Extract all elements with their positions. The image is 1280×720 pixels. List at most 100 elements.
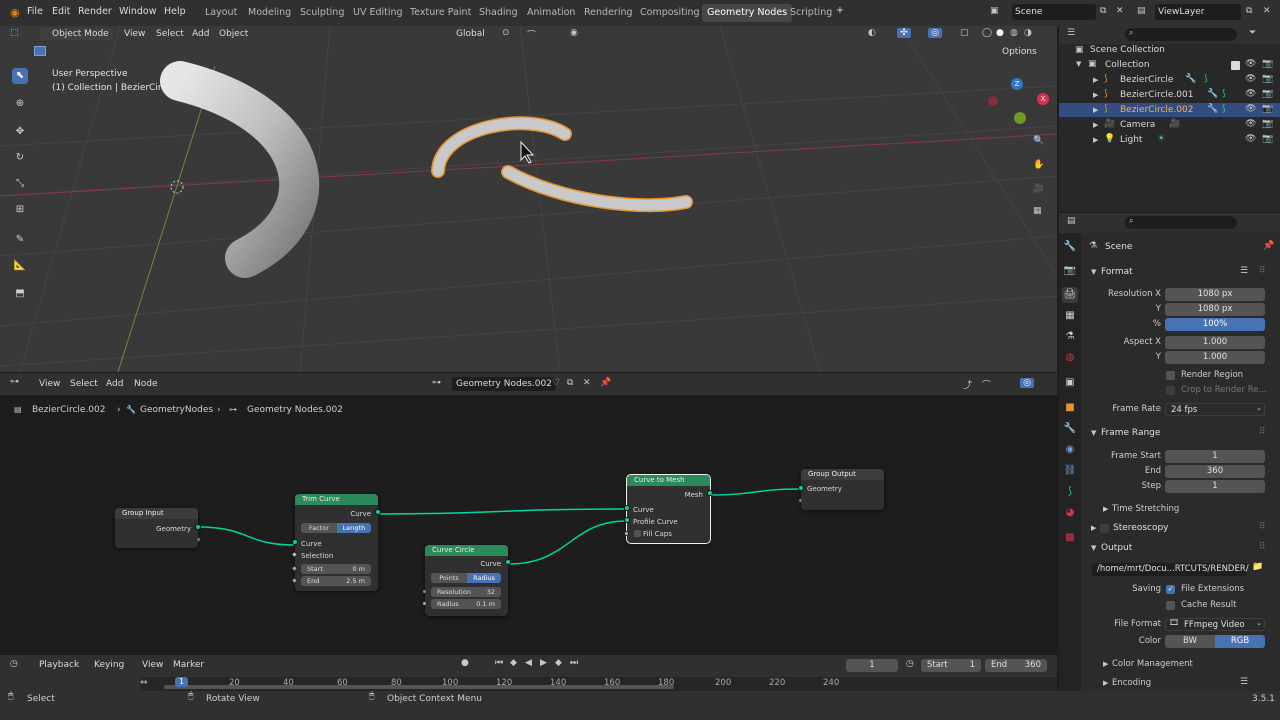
outliner-item-beziercircle[interactable]: BezierCircle <box>1120 75 1173 85</box>
curve-data-icon[interactable]: ⟆ <box>1222 89 1226 99</box>
encoding-subpanel[interactable]: Encoding <box>1112 678 1151 688</box>
node-overlay-icon[interactable]: ◎ <box>1020 378 1034 388</box>
properties-search-input[interactable]: ⌕ <box>1125 216 1237 229</box>
tab-shading[interactable]: Shading <box>474 4 523 22</box>
constraints-tab-icon[interactable]: ⛓ <box>1062 463 1078 479</box>
xray-icon[interactable]: ▢ <box>960 28 969 38</box>
visibility-eye-icon[interactable]: 👁 <box>1245 74 1256 84</box>
visibility-eye-icon[interactable]: 👁 <box>1245 104 1256 114</box>
tab-sculpting[interactable]: Sculpting <box>295 4 349 22</box>
editor-type-icon[interactable]: ⬚ <box>10 28 19 38</box>
curve-input-socket[interactable] <box>292 539 298 545</box>
fill-caps-checkbox[interactable] <box>634 530 641 537</box>
resolution-x-field[interactable]: 1080 px <box>1165 288 1265 301</box>
expand-arrow-icon[interactable]: ▶ <box>1093 91 1098 99</box>
folder-icon[interactable]: 📁 <box>1252 562 1263 572</box>
resolution-input-socket[interactable] <box>422 589 427 594</box>
object-tab-icon[interactable]: ■ <box>1062 400 1078 416</box>
properties-editor-icon[interactable]: ▤ <box>1067 216 1076 226</box>
start-frame-field[interactable]: Start 1 <box>921 659 981 672</box>
node-menu-select[interactable]: Select <box>70 379 98 389</box>
fake-user-icon[interactable]: ♡ <box>552 378 560 388</box>
node-tree-icon[interactable]: ⊶ <box>432 378 441 388</box>
jump-start-icon[interactable]: ⏮ <box>495 658 503 668</box>
tab-modeling[interactable]: Modeling <box>243 4 296 22</box>
new-view-layer-icon[interactable]: ⧉ <box>1246 6 1252 16</box>
filter-icon[interactable]: ⏷ <box>1249 28 1256 38</box>
scene-icon[interactable]: ▣ <box>990 6 999 16</box>
timeline-menu-view[interactable]: View <box>142 660 163 670</box>
scale-tool-icon[interactable]: ⤡ <box>12 176 28 192</box>
add-cube-tool-icon[interactable]: ⬒ <box>12 286 28 302</box>
solid-shading-icon[interactable]: ● <box>996 28 1004 38</box>
stereoscopy-panel-title[interactable]: Stereoscopy <box>1113 523 1169 533</box>
curve-output-socket[interactable] <box>375 509 381 515</box>
resolution-percent-field[interactable]: 100% <box>1165 318 1265 331</box>
tab-compositing[interactable]: Compositing <box>635 4 705 22</box>
delete-view-layer-icon[interactable]: ✕ <box>1263 6 1271 16</box>
geometry-input-socket[interactable] <box>798 485 804 491</box>
tab-texture-paint[interactable]: Texture Paint <box>405 4 476 22</box>
outliner-search-input[interactable]: ⌕ <box>1125 28 1237 41</box>
stereoscopy-checkbox[interactable] <box>1100 524 1109 533</box>
panel-expand-icon[interactable]: ▶ <box>1091 524 1096 532</box>
viewport-menu-view[interactable]: View <box>124 29 145 39</box>
expand-arrow-icon[interactable]: ▶ <box>1093 106 1098 114</box>
file-format-dropdown[interactable]: FFmpeg Video <box>1165 618 1265 631</box>
measure-tool-icon[interactable]: 📐 <box>12 258 28 274</box>
modifier-wrench-icon[interactable]: 🔧 <box>1207 104 1218 114</box>
play-reverse-icon[interactable]: ◀ <box>525 658 532 668</box>
tab-layout[interactable]: Layout <box>200 4 242 22</box>
outliner-item-camera[interactable]: Camera <box>1120 120 1155 130</box>
drag-handle-icon[interactable]: ⠿ <box>1259 266 1266 276</box>
material-shading-icon[interactable]: ◍ <box>1010 28 1018 38</box>
expand-arrow-icon[interactable]: ▶ <box>1093 136 1098 144</box>
mesh-output-socket[interactable] <box>707 490 713 496</box>
world-tab-icon[interactable]: ◍ <box>1062 350 1078 366</box>
frame-step-field[interactable]: 1 <box>1165 480 1265 493</box>
end-frame-field[interactable]: End 360 <box>985 659 1047 672</box>
color-rgb-button[interactable]: RGB <box>1215 635 1265 648</box>
material-tab-icon[interactable]: ◕ <box>1062 505 1078 521</box>
expand-arrow-icon[interactable]: ▶ <box>1093 76 1098 84</box>
camera-view-icon[interactable]: 🎥 <box>1033 184 1044 194</box>
group-output-node[interactable]: Group Output Geometry <box>798 469 884 510</box>
tab-animation[interactable]: Animation <box>522 4 580 22</box>
ortho-toggle-icon[interactable]: ▦ <box>1033 206 1042 216</box>
menu-window[interactable]: Window <box>119 6 156 17</box>
viewport-options-button[interactable]: Options <box>1002 47 1037 57</box>
timeline-menu-marker[interactable]: Marker <box>173 660 204 670</box>
resolution-field[interactable]: Resolution 32 <box>431 587 501 597</box>
gizmo-y-axis[interactable] <box>1014 112 1026 124</box>
pin-icon[interactable]: 📌 <box>1263 241 1274 251</box>
color-bw-button[interactable]: BW <box>1165 635 1215 648</box>
crop-checkbox[interactable] <box>1166 386 1175 395</box>
gizmo-neg-x-axis[interactable] <box>988 96 998 106</box>
output-path-field[interactable]: /home/mrt/Docu...RTCUTS/RENDER/ <box>1092 563 1249 576</box>
empty-input-socket[interactable] <box>798 498 803 503</box>
curve-circle-node[interactable]: Curve Circle Curve Points Radius Resolut… <box>422 545 511 616</box>
frame-start-field[interactable]: 1 <box>1165 450 1265 463</box>
curve-input-socket[interactable] <box>624 505 630 511</box>
fill-caps-input-socket[interactable] <box>624 531 629 536</box>
scene-tab-icon[interactable]: ⚗ <box>1062 329 1078 345</box>
aspect-x-field[interactable]: 1.000 <box>1165 336 1265 349</box>
prev-keyframe-icon[interactable]: ◆ <box>510 658 517 668</box>
mode-radius-button[interactable]: Radius <box>467 573 501 583</box>
tab-geometry-nodes[interactable]: Geometry Nodes <box>702 4 793 22</box>
next-keyframe-icon[interactable]: ◆ <box>555 658 562 668</box>
viewport-menu-select[interactable]: Select <box>156 29 184 39</box>
transform-orientation-dropdown[interactable]: Global <box>456 29 485 39</box>
drag-handle-icon[interactable]: ⠿ <box>1259 427 1266 437</box>
end-field[interactable]: End 2.5 m <box>301 576 371 586</box>
expand-arrow-icon[interactable]: ▼ <box>1076 60 1081 68</box>
node-menu-node[interactable]: Node <box>134 379 158 389</box>
frame-range-panel-title[interactable]: Frame Range <box>1101 428 1160 438</box>
timeline-editor-icon[interactable]: ◷ <box>10 659 18 669</box>
visibility-eye-icon[interactable]: 👁 <box>1245 59 1256 69</box>
menu-render[interactable]: Render <box>78 6 112 17</box>
outliner-collection[interactable]: Collection <box>1105 60 1150 70</box>
select-tool-icon[interactable]: ⬉ <box>12 68 28 84</box>
light-data-icon[interactable]: ☀ <box>1157 134 1165 144</box>
radius-field[interactable]: Radius 0.1 m <box>431 599 501 609</box>
